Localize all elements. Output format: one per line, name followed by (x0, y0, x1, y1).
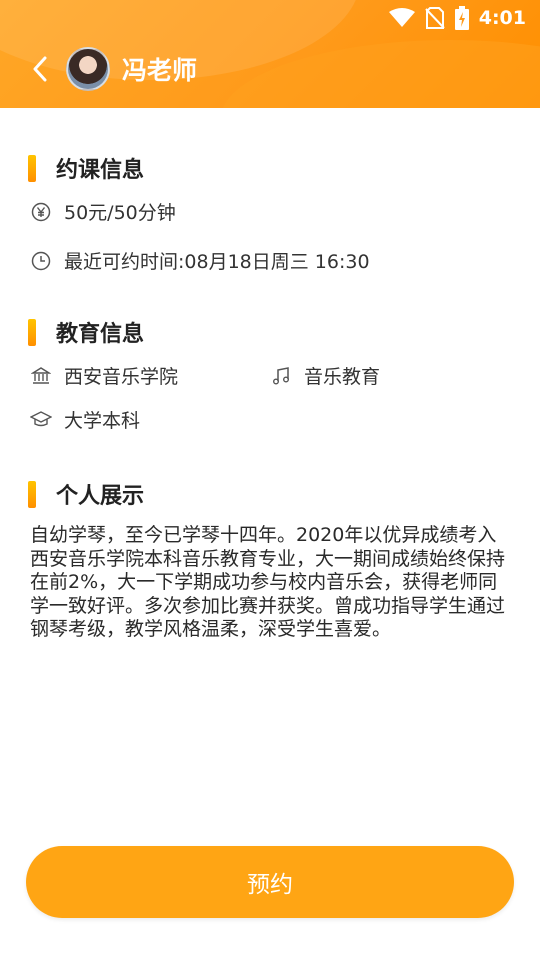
graduation-cap-icon (30, 409, 52, 431)
page-title: 冯老师 (122, 56, 198, 85)
price-row: 50元/50分钟 (30, 198, 176, 225)
no-sim-icon (425, 7, 445, 29)
status-bar: 4:01 (0, 0, 540, 36)
clock-icon (30, 250, 52, 272)
section-accent-bar (28, 480, 36, 508)
degree-row: 大学本科 (30, 406, 140, 433)
section-profile: 个人展示 (28, 478, 144, 510)
school-text: 西安音乐学院 (64, 366, 179, 388)
major-row: 音乐教育 (270, 362, 380, 389)
book-button[interactable]: 预约 (26, 846, 514, 918)
degree-text: 大学本科 (64, 410, 141, 432)
school-row: 西安音乐学院 (30, 362, 178, 389)
available-time-text: 最近可约时间:08月18日周三 16:30 (64, 251, 370, 273)
university-icon (30, 365, 52, 387)
wifi-icon (388, 8, 415, 28)
status-time: 4:01 (478, 7, 526, 29)
major-text: 音乐教育 (304, 366, 381, 388)
teacher-avatar[interactable] (66, 47, 110, 91)
chevron-left-icon (33, 56, 47, 82)
section-title: 个人展示 (56, 484, 145, 509)
header: 4:01 冯老师 (0, 0, 540, 108)
battery-charging-icon (454, 6, 469, 30)
section-title: 教育信息 (56, 322, 145, 347)
nav-bar: 冯老师 (0, 44, 540, 94)
section-booking-info: 约课信息 (28, 152, 144, 184)
available-time-row: 最近可约时间:08月18日周三 16:30 (30, 247, 370, 274)
section-accent-bar (28, 318, 36, 346)
section-title: 约课信息 (56, 158, 145, 183)
music-note-icon (270, 365, 292, 387)
price-text: 50元/50分钟 (64, 202, 176, 224)
section-education-info: 教育信息 (28, 316, 144, 348)
bio-text: 自幼学琴，至今已学琴十四年。2020年以优异成绩考入西安音乐学院本科音乐教育专业… (30, 524, 506, 640)
section-accent-bar (28, 154, 36, 182)
back-button[interactable] (18, 44, 62, 94)
yuan-icon (30, 201, 52, 223)
